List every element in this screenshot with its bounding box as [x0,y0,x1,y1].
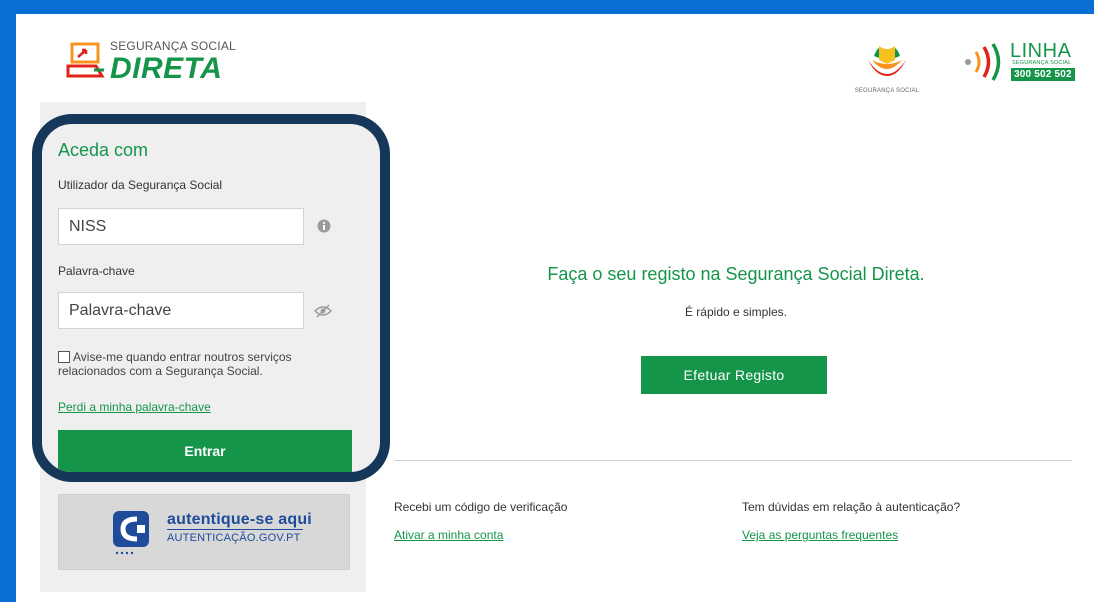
auth-doubts-question: Tem dúvidas em relação à autenticação? [742,500,961,514]
auth-divider [167,529,303,530]
laptop-logo-icon [66,42,105,78]
linha-subtitle: SEGURANÇA SOCIAL [1012,60,1072,66]
activate-account-link[interactable]: Ativar a minha conta [394,528,503,542]
faq-link[interactable]: Veja as perguntas frequentes [742,528,898,542]
niss-input[interactable] [58,208,304,245]
autenticacao-gov-icon [113,511,149,555]
ssd-logo-small-text: SEGURANÇA SOCIAL [110,39,236,53]
linha-phone-number: 300 502 502 [1011,68,1075,81]
section-divider [394,460,1072,461]
remember-me-row[interactable]: Avise-me quando entrar noutros serviços … [58,350,348,378]
page: SEGURANÇA SOCIAL DIRETA SEGURANÇA SOCIAL… [16,14,1094,602]
autenticacao-gov-button[interactable]: autentique-se aqui AUTENTICAÇÃO.GOV.PT [58,494,350,570]
linha-seguranca-social-logo[interactable]: LINHA SEGURANÇA SOCIAL 300 502 502 [960,40,1080,92]
register-button[interactable]: Efetuar Registo [641,356,827,394]
register-subtitle: É rápido e simples. [684,305,788,319]
sound-waves-icon [965,43,1001,81]
login-panel: Aceda com Utilizador da Segurança Social… [32,114,390,482]
autenticacao-gov-text: AUTENTICAÇÃO.GOV.PT [167,532,301,544]
user-label: Utilizador da Segurança Social [58,178,223,192]
seguranca-social-label: SEGURANÇA SOCIAL [854,88,920,94]
autentique-text: autentique-se aqui [167,511,312,528]
lost-password-link[interactable]: Perdi a minha palavra-chave [58,400,211,414]
remember-me-checkbox[interactable] [58,351,70,363]
seguranca-social-logo[interactable]: SEGURANÇA SOCIAL [842,36,932,96]
seguranca-social-emblem-icon [868,46,906,76]
eye-slash-icon[interactable] [314,304,332,318]
login-heading: Aceda com [58,140,149,160]
remember-me-label: Avise-me quando entrar noutros serviços … [58,350,292,378]
password-input[interactable] [58,292,304,329]
login-form: Aceda com Utilizador da Segurança Social… [42,124,380,472]
verification-code-question: Recebi um código de verificação [394,500,568,514]
ssd-logo[interactable]: SEGURANÇA SOCIAL DIRETA [66,36,266,96]
login-button[interactable]: Entrar [58,430,352,472]
ssd-logo-big-text: DIRETA [110,52,223,85]
register-title: Faça o seu registo na Segurança Social D… [547,264,925,284]
password-label: Palavra-chave [58,264,135,278]
info-icon[interactable] [317,219,331,233]
